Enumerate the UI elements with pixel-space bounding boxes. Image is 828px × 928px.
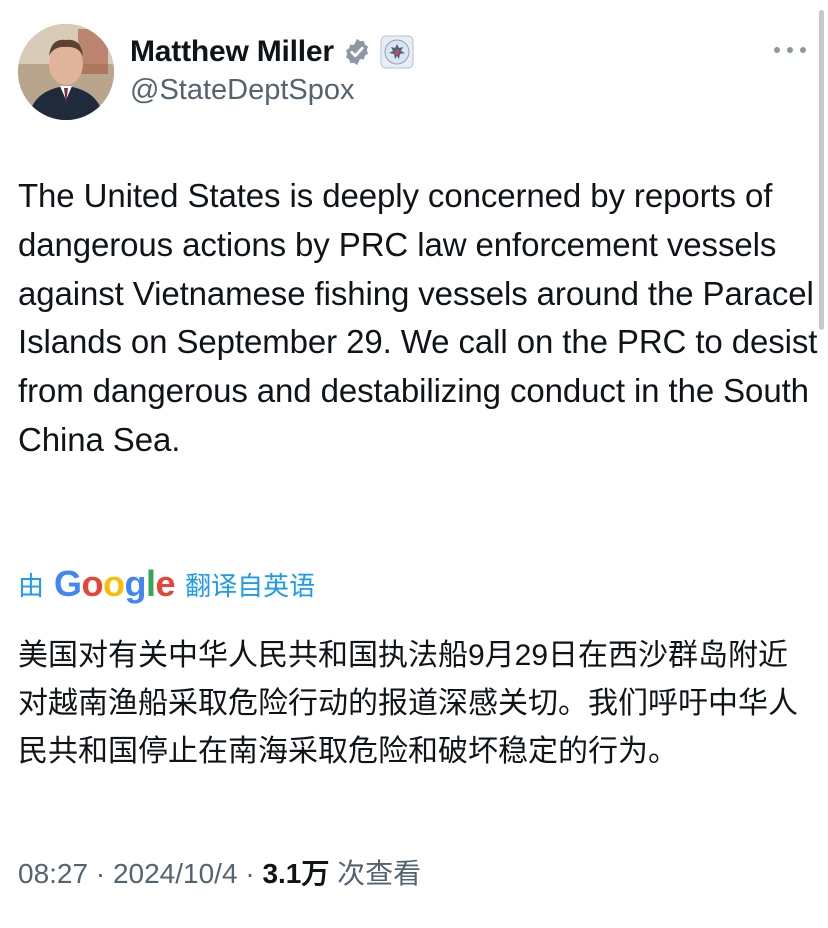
translation-suffix: 翻译自英语 — [185, 570, 316, 601]
google-logo: Google — [54, 563, 176, 604]
author-handle[interactable]: @StateDeptSpox — [130, 74, 355, 107]
meta-separator: · — [237, 858, 263, 889]
translated-tweet-text: 美国对有关中华人民共和国执法船9月29日在西沙群岛附近对越南渔船采取危险行动的报… — [18, 639, 798, 768]
author-display-name[interactable]: Matthew Miller — [130, 35, 334, 69]
views-label: 次查看 — [329, 858, 422, 889]
tweet-meta: 08:27 · 2024/10/4 · 3.1万 次查看 — [18, 852, 421, 892]
meta-separator: · — [88, 858, 113, 889]
state-department-seal-icon — [380, 35, 414, 69]
translated-by-google-link[interactable]: 由 Google 翻译自英语 — [18, 562, 315, 606]
avatar[interactable] — [18, 24, 114, 120]
views-count[interactable]: 3.1万 — [262, 852, 329, 892]
tweet-card: Matthew Miller @StateDeptSpox The United… — [0, 0, 828, 928]
tweet-time[interactable]: 08:27 — [18, 858, 88, 890]
tweet-date[interactable]: 2024/10/4 — [113, 858, 238, 890]
verified-badge-icon[interactable] — [342, 37, 372, 67]
translation-prefix: 由 — [18, 570, 45, 601]
author-name-row[interactable]: Matthew Miller — [130, 32, 414, 72]
scrollbar[interactable] — [819, 10, 824, 330]
tweet-text: The United States is deeply concerned by… — [18, 177, 818, 458]
more-options-icon[interactable] — [774, 40, 806, 60]
